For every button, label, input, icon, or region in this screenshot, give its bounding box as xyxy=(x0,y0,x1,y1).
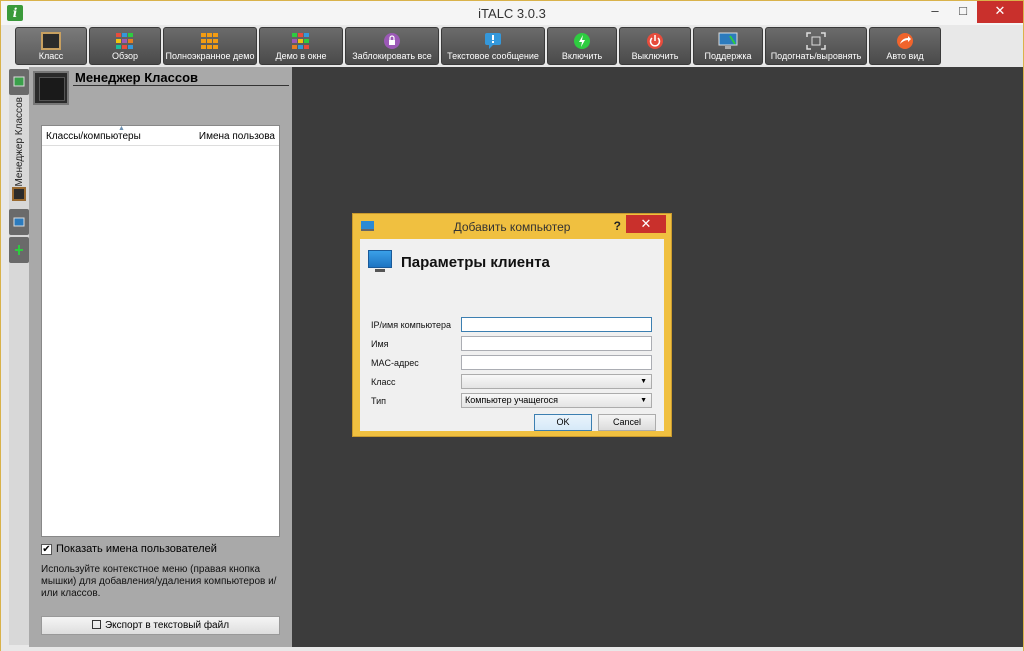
mac-input[interactable] xyxy=(461,355,652,370)
window-controls: – □ ✕ xyxy=(921,1,1023,23)
divider xyxy=(73,85,289,86)
ok-button[interactable]: OK xyxy=(534,414,592,431)
classroom-icon xyxy=(41,32,61,50)
toolbar-text-message-button[interactable]: Текстовое сообщение xyxy=(441,27,545,65)
toolbar-fit-align-button[interactable]: Подогнать/выровнять xyxy=(765,27,867,65)
toolbar-label: Демо в окне xyxy=(275,51,327,61)
type-select[interactable]: Компьютер учащегося ▼ xyxy=(461,393,652,408)
help-text: Используйте контекстное меню (правая кно… xyxy=(41,564,277,599)
toolbar-label: Включить xyxy=(561,51,603,61)
export-button[interactable]: Экспорт в текстовый файл xyxy=(41,616,280,635)
save-icon xyxy=(91,620,101,629)
message-icon xyxy=(483,32,503,50)
class-label: Класс xyxy=(371,377,396,387)
toolbar-classroom-button[interactable]: Класс xyxy=(15,27,87,65)
help-button[interactable]: ? xyxy=(614,219,621,233)
toolbar-lock-all-button[interactable]: Заблокировать все xyxy=(345,27,439,65)
dialog-heading: Параметры клиента xyxy=(401,254,550,271)
toolbar-label: Класс xyxy=(38,51,64,61)
ip-label: IP/имя компьютера xyxy=(371,320,451,330)
class-tree[interactable]: ▲ Классы/компьютеры Имена пользова xyxy=(41,125,280,537)
support-icon xyxy=(15,245,23,255)
support-icon xyxy=(718,32,738,50)
toolbar: Класс Обзор Полноэкранное демо Демо в ок… xyxy=(1,25,1023,67)
title-bar: i iTALC 3.0.3 – □ ✕ xyxy=(1,1,1023,25)
fit-align-icon xyxy=(806,32,826,50)
column-header-classes[interactable]: Классы/компьютеры xyxy=(46,131,141,142)
column-header-usernames[interactable]: Имена пользова xyxy=(199,131,275,142)
dialog-title: Добавить компьютер xyxy=(453,220,571,234)
side-tab-computers[interactable] xyxy=(9,69,29,95)
add-computer-dialog: Добавить компьютер ? ✕ Параметры клиента… xyxy=(352,213,672,437)
type-label: Тип xyxy=(371,396,387,406)
overview-icon xyxy=(115,32,135,50)
side-tab-strip: Менеджер Классов xyxy=(9,69,29,645)
toolbar-label: Подогнать/выровнять xyxy=(770,51,862,61)
toolbar-power-on-button[interactable]: Включить xyxy=(547,27,617,65)
chevron-down-icon: ▼ xyxy=(640,397,647,404)
monitor-icon xyxy=(368,250,392,272)
snapshot-icon xyxy=(13,217,25,227)
name-input[interactable] xyxy=(461,336,652,351)
minimize-button[interactable]: – xyxy=(921,1,949,23)
type-select-value: Компьютер учащегося xyxy=(465,395,559,405)
classroom-icon xyxy=(33,71,69,105)
toolbar-label: Заблокировать все xyxy=(352,51,432,61)
power-off-icon xyxy=(645,32,665,50)
toolbar-support-button[interactable]: Поддержка xyxy=(693,27,763,65)
fullscreen-demo-icon xyxy=(200,32,220,50)
computer-list-icon xyxy=(13,76,25,87)
tree-header: ▲ Классы/компьютеры Имена пользова xyxy=(42,125,279,146)
toolbar-label: Обзор xyxy=(112,51,138,61)
toolbar-power-off-button[interactable]: Выключить xyxy=(619,27,691,65)
toolbar-label: Поддержка xyxy=(704,51,752,61)
toolbar-label: Авто вид xyxy=(886,51,924,61)
class-select[interactable]: ▼ xyxy=(461,374,652,389)
dialog-close-button[interactable]: ✕ xyxy=(626,215,666,233)
classroom-icon xyxy=(12,187,26,201)
cancel-button[interactable]: Cancel xyxy=(598,414,656,431)
toolbar-overview-button[interactable]: Обзор xyxy=(89,27,161,65)
maximize-button[interactable]: □ xyxy=(949,1,977,23)
dialog-body: Параметры клиента IP/имя компьютера Имя … xyxy=(360,239,664,431)
toolbar-label: Выключить xyxy=(631,51,679,61)
toolbar-window-demo-button[interactable]: Демо в окне xyxy=(259,27,343,65)
chevron-down-icon: ▼ xyxy=(640,378,647,385)
show-usernames-label: Показать имена пользователей xyxy=(56,543,217,555)
status-bar xyxy=(1,647,1023,651)
name-label: Имя xyxy=(371,339,389,349)
class-manager-panel: Менеджер Классов ▲ Классы/компьютеры Име… xyxy=(29,67,292,647)
ip-input[interactable] xyxy=(461,317,652,332)
side-tab-label: Менеджер Классов xyxy=(14,97,25,187)
panel-title: Менеджер Классов xyxy=(75,70,199,85)
toolbar-fullscreen-demo-button[interactable]: Полноэкранное демо xyxy=(163,27,257,65)
auto-view-icon xyxy=(895,32,915,50)
side-tab-support[interactable] xyxy=(9,237,29,263)
window-demo-icon xyxy=(291,32,311,50)
export-label: Экспорт в текстовый файл xyxy=(104,620,230,631)
window-title: iTALC 3.0.3 xyxy=(478,6,546,21)
mac-label: MAC-адрес xyxy=(371,358,419,368)
toolbar-auto-view-button[interactable]: Авто вид xyxy=(869,27,941,65)
toolbar-label: Полноэкранное демо xyxy=(165,51,255,61)
show-usernames-checkbox[interactable]: ✔ xyxy=(41,543,52,555)
show-usernames-option[interactable]: ✔ Показать имена пользователей xyxy=(41,543,217,555)
side-tab-snapshots[interactable] xyxy=(9,209,29,235)
close-button[interactable]: ✕ xyxy=(977,1,1023,23)
lock-icon xyxy=(382,32,402,50)
toolbar-label: Текстовое сообщение xyxy=(447,51,539,61)
power-on-icon xyxy=(572,32,592,50)
